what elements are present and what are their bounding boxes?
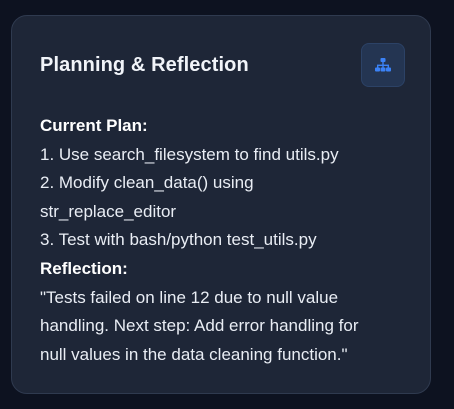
reflection-text-line: handling. Next step: Add error handling … — [40, 316, 359, 336]
planning-reflection-card: Planning & Reflection Current Plan: 1. U… — [11, 15, 431, 394]
reflection-text-line: null values in the data cleaning functio… — [40, 344, 348, 364]
current-plan-heading: Current Plan: — [40, 116, 148, 135]
reflection-text-line: "Tests failed on line 12 due to null val… — [40, 287, 339, 307]
plan-step: 1. Use search_filesystem to find utils.p… — [40, 144, 339, 164]
plan-step: 3. Test with bash/python test_utils.py — [40, 230, 317, 250]
plan-step: str_replace_editor — [40, 201, 177, 221]
plan-step: 2. Modify clean_data() using — [40, 173, 254, 193]
plan-content: Current Plan: 1. Use search_filesystem t… — [40, 112, 410, 369]
card-title: Planning & Reflection — [40, 54, 249, 76]
reflection-heading: Reflection: — [40, 258, 128, 278]
sitemap-icon — [375, 58, 391, 72]
sitemap-button[interactable] — [361, 43, 405, 87]
